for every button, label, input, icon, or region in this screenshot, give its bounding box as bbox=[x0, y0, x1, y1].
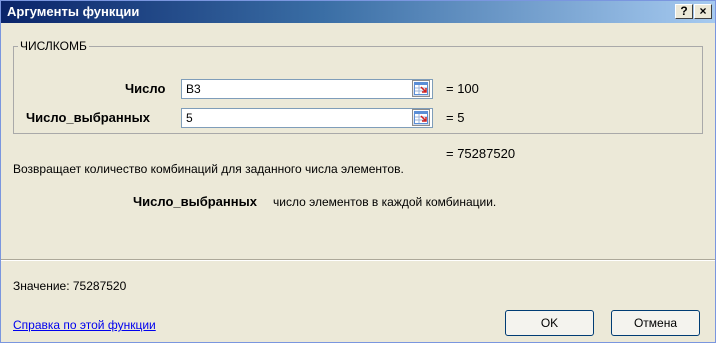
function-result: = 75287520 bbox=[446, 146, 516, 161]
cancel-button[interactable]: Отмена bbox=[611, 310, 700, 336]
close-button[interactable]: × bbox=[694, 4, 712, 19]
collapse-dialog-icon[interactable] bbox=[412, 109, 430, 126]
title-bar: Аргументы функции ? × bbox=[1, 1, 715, 23]
divider bbox=[1, 259, 715, 261]
arg-label-number: Число bbox=[125, 81, 166, 96]
arg-result-number-chosen: = 5 bbox=[446, 110, 465, 125]
dialog-title: Аргументы функции bbox=[7, 4, 140, 19]
help-button[interactable]: ? bbox=[675, 4, 693, 19]
arg-help-text: число элементов в каждой комбинации. bbox=[273, 195, 497, 209]
arg-result-number: = 100 bbox=[446, 81, 479, 96]
function-name: ЧИСЛКОМБ bbox=[18, 39, 89, 53]
arg-help-name: Число_выбранных bbox=[133, 194, 257, 209]
ok-button[interactable]: OK bbox=[505, 310, 594, 336]
arg-input-number[interactable] bbox=[181, 79, 433, 99]
formula-value: Значение: 75287520 bbox=[13, 279, 127, 293]
function-description: Возвращает количество комбинаций для зад… bbox=[13, 162, 404, 176]
help-on-function-link[interactable]: Справка по этой функции bbox=[13, 318, 156, 332]
arg-input-number-chosen[interactable] bbox=[181, 108, 433, 128]
collapse-dialog-icon[interactable] bbox=[412, 80, 430, 97]
function-arguments-dialog: Аргументы функции ? × ЧИСЛКОМБ Число = 1… bbox=[0, 0, 716, 343]
arg-label-number-chosen: Число_выбранных bbox=[26, 110, 150, 125]
